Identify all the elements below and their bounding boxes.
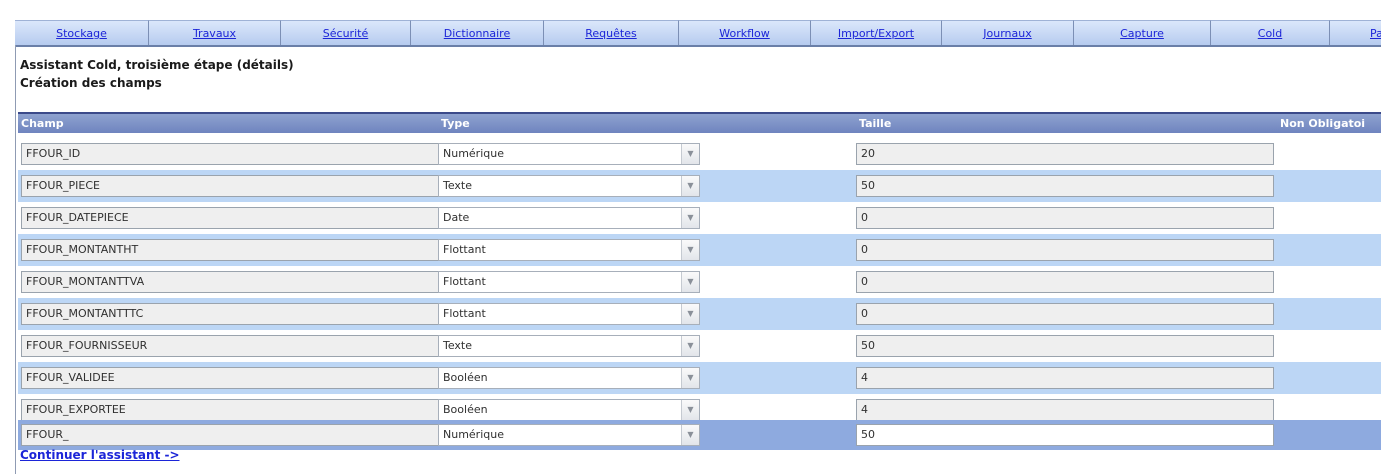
top-band	[0, 0, 1381, 20]
table-row: FFOUR_MONTANTHT Flottant ▼ 0	[18, 234, 1381, 266]
type-value: Date	[443, 211, 470, 224]
chevron-down-icon[interactable]: ▼	[681, 304, 699, 324]
table-row: FFOUR_FOURNISSEUR Texte ▼ 50	[18, 330, 1381, 362]
chevron-down-icon[interactable]: ▼	[681, 272, 699, 292]
type-value: Flottant	[443, 243, 486, 256]
fields-table: Champ Type Taille Non Obligatoi FFOUR_ID…	[18, 112, 1381, 450]
chevron-down-icon[interactable]: ▼	[681, 336, 699, 356]
table-row: FFOUR_MONTANTTVA Flottant ▼ 0	[18, 266, 1381, 298]
type-select[interactable]: Booléen ▼	[438, 399, 700, 421]
column-header-champ: Champ	[21, 117, 64, 130]
table-row: FFOUR_ID Numérique ▼ 20	[18, 138, 1381, 170]
chevron-down-icon[interactable]: ▼	[681, 144, 699, 164]
tab-dictionnaire[interactable]: Dictionnaire	[411, 20, 544, 45]
champ-field[interactable]: FFOUR_	[21, 424, 443, 446]
type-value: Texte	[443, 179, 473, 192]
champ-field[interactable]: FFOUR_EXPORTEE	[21, 399, 443, 421]
taille-field[interactable]: 4	[856, 367, 1274, 389]
table-row: FFOUR_VALIDEE Booléen ▼ 4	[18, 362, 1381, 394]
chevron-down-icon[interactable]: ▼	[681, 176, 699, 196]
taille-field[interactable]: 50	[856, 335, 1274, 357]
type-value: Booléen	[443, 371, 488, 384]
taille-field[interactable]: 4	[856, 399, 1274, 421]
type-value: Numérique	[443, 147, 504, 160]
table-header: Champ Type Taille Non Obligatoi	[18, 114, 1381, 133]
champ-field[interactable]: FFOUR_MONTANTTTC	[21, 303, 443, 325]
champ-field[interactable]: FFOUR_PIECE	[21, 175, 443, 197]
tab-import-export[interactable]: Import/Export	[811, 20, 942, 45]
column-header-type: Type	[441, 117, 470, 130]
taille-field[interactable]: 20	[856, 143, 1274, 165]
table-row-selected: FFOUR_ Numérique ▼ 50	[18, 420, 1381, 450]
type-value: Flottant	[443, 275, 486, 288]
type-value: Numérique	[443, 428, 504, 441]
content-border	[15, 45, 16, 474]
type-value: Booléen	[443, 403, 488, 416]
tab-travaux[interactable]: Travaux	[149, 20, 281, 45]
taille-field[interactable]: 0	[856, 303, 1274, 325]
taille-field[interactable]: 0	[856, 271, 1274, 293]
taille-field[interactable]: 50	[856, 424, 1274, 446]
tab-workflow[interactable]: Workflow	[679, 20, 811, 45]
champ-field[interactable]: FFOUR_DATEPIECE	[21, 207, 443, 229]
type-select[interactable]: Date ▼	[438, 207, 700, 229]
champ-field[interactable]: FFOUR_MONTANTHT	[21, 239, 443, 261]
type-select[interactable]: Booléen ▼	[438, 367, 700, 389]
column-header-taille: Taille	[859, 117, 892, 130]
tab-journaux[interactable]: Journaux	[942, 20, 1074, 45]
column-header-non-obligatoire: Non Obligatoi	[1280, 117, 1366, 130]
champ-field[interactable]: FFOUR_FOURNISSEUR	[21, 335, 443, 357]
type-select[interactable]: Flottant ▼	[438, 271, 700, 293]
chevron-down-icon[interactable]: ▼	[681, 240, 699, 260]
champ-field[interactable]: FFOUR_ID	[21, 143, 443, 165]
page-title: Assistant Cold, troisième étape (détails…	[20, 58, 294, 72]
type-select[interactable]: Flottant ▼	[438, 303, 700, 325]
continue-wizard-link[interactable]: Continuer l'assistant ->	[20, 448, 180, 462]
champ-field[interactable]: FFOUR_VALIDEE	[21, 367, 443, 389]
chevron-down-icon[interactable]: ▼	[681, 425, 699, 445]
table-row: FFOUR_PIECE Texte ▼ 50	[18, 170, 1381, 202]
tab-pa[interactable]: Pa	[1330, 20, 1381, 45]
tab-requetes[interactable]: Requêtes	[544, 20, 679, 45]
type-select[interactable]: Flottant ▼	[438, 239, 700, 261]
taille-field[interactable]: 0	[856, 239, 1274, 261]
chevron-down-icon[interactable]: ▼	[681, 368, 699, 388]
table-row: FFOUR_DATEPIECE Date ▼ 0	[18, 202, 1381, 234]
type-select[interactable]: Texte ▼	[438, 175, 700, 197]
type-value: Flottant	[443, 307, 486, 320]
tab-securite[interactable]: Sécurité	[281, 20, 411, 45]
type-value: Texte	[443, 339, 473, 352]
chevron-down-icon[interactable]: ▼	[681, 208, 699, 228]
tab-bar: Stockage Travaux Sécurité Dictionnaire R…	[15, 20, 1381, 47]
type-select[interactable]: Numérique ▼	[438, 143, 700, 165]
page-subtitle: Création des champs	[20, 76, 162, 90]
type-select[interactable]: Numérique ▼	[438, 424, 700, 446]
table-row: FFOUR_MONTANTTTC Flottant ▼ 0	[18, 298, 1381, 330]
taille-field[interactable]: 0	[856, 207, 1274, 229]
tab-cold[interactable]: Cold	[1211, 20, 1330, 45]
champ-field[interactable]: FFOUR_MONTANTTVA	[21, 271, 443, 293]
tab-stockage[interactable]: Stockage	[15, 20, 149, 45]
chevron-down-icon[interactable]: ▼	[681, 400, 699, 420]
tab-capture[interactable]: Capture	[1074, 20, 1211, 45]
type-select[interactable]: Texte ▼	[438, 335, 700, 357]
taille-field[interactable]: 50	[856, 175, 1274, 197]
